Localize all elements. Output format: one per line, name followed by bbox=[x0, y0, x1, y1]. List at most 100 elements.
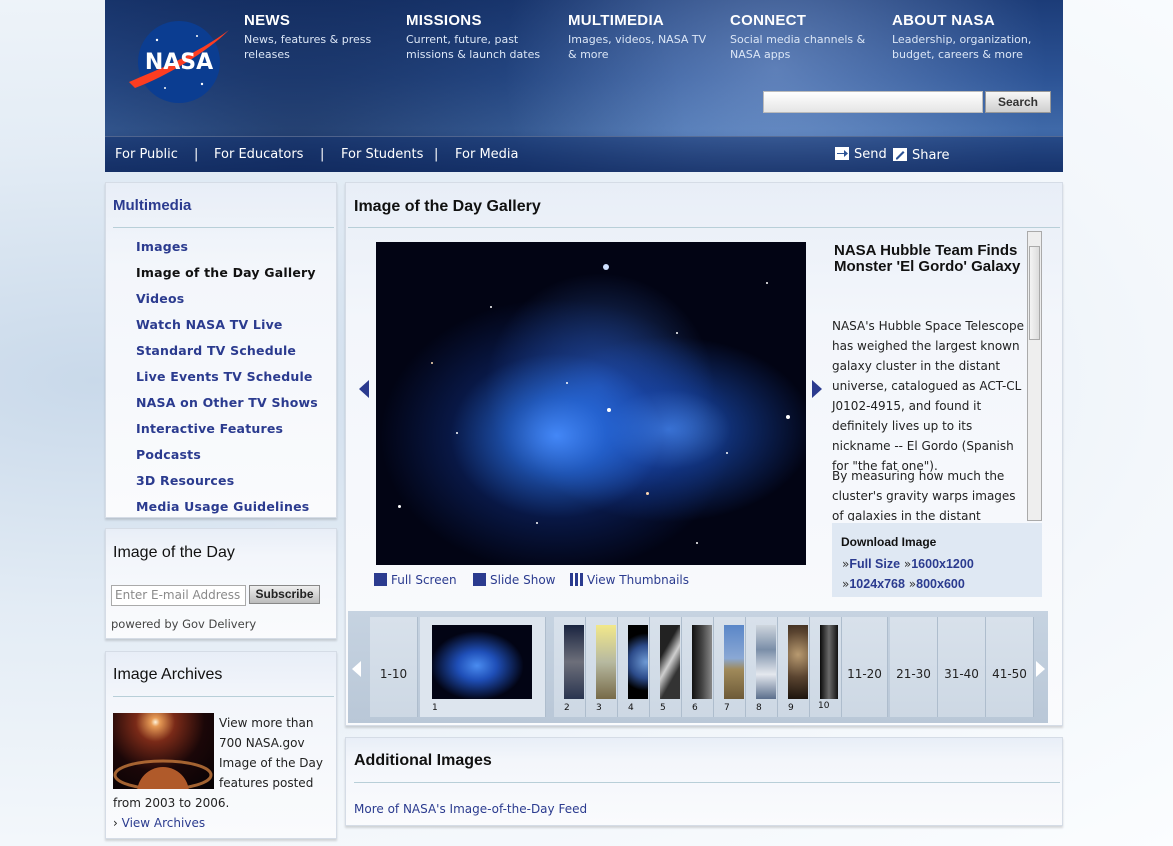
thumbnail-image bbox=[432, 625, 532, 699]
divider bbox=[348, 227, 1060, 228]
iotd-feed-link[interactable]: More of NASA's Image-of-the-Day Feed bbox=[354, 802, 587, 816]
nav-news[interactable]: NEWS News, features & press releases bbox=[244, 12, 394, 62]
archives-link-arrow: › bbox=[113, 816, 118, 830]
thumbnail-3[interactable]: 3 bbox=[586, 617, 618, 717]
search-input[interactable] bbox=[763, 91, 983, 113]
sidebar-link-nasa-tv-live[interactable]: Watch NASA TV Live bbox=[136, 317, 283, 332]
download-1600[interactable]: 1600x1200 bbox=[911, 557, 974, 571]
range-31-40[interactable]: 31-40 bbox=[938, 617, 986, 717]
sidebar-link-guidelines[interactable]: Media Usage Guidelines bbox=[136, 499, 309, 514]
nav-news-title[interactable]: NEWS bbox=[244, 12, 394, 29]
filmstrip-next-icon[interactable] bbox=[1036, 661, 1046, 677]
thumbnail-9[interactable]: 9 bbox=[778, 617, 810, 717]
nav-connect[interactable]: CONNECT Social media channels & NASA app… bbox=[730, 12, 880, 62]
audience-students[interactable]: For Students bbox=[341, 147, 423, 162]
audience-public[interactable]: For Public bbox=[115, 147, 178, 162]
send-icon bbox=[835, 147, 849, 160]
thumbnail-2[interactable]: 2 bbox=[554, 617, 586, 717]
image-archives-panel: Image Archives View more than 700 NASA.g… bbox=[105, 651, 337, 839]
sidebar-multimedia-panel: Multimedia Images Image of the Day Galle… bbox=[105, 182, 337, 518]
nav-multimedia-desc: Images, videos, NASA TV & more bbox=[568, 33, 707, 61]
nav-multimedia-title[interactable]: MULTIMEDIA bbox=[568, 12, 718, 29]
send-label: Send bbox=[854, 147, 887, 162]
thumbnail-image bbox=[756, 625, 776, 699]
thumbnail-number: 1 bbox=[432, 703, 438, 713]
audience-separator: | bbox=[320, 147, 325, 162]
thumbnail-5[interactable]: 5 bbox=[650, 617, 682, 717]
archives-thumbnail[interactable] bbox=[113, 713, 214, 819]
sidebar-link-iotd-gallery[interactable]: Image of the Day Gallery bbox=[136, 265, 316, 280]
thumbnail-image bbox=[660, 625, 680, 699]
sidebar-link-live-events[interactable]: Live Events TV Schedule bbox=[136, 369, 313, 384]
share-icon bbox=[893, 148, 907, 161]
thumbnail-filmstrip: 1-10 1 2 3 4 5 6 7 8 9 10 11-20 21-30 31… bbox=[348, 611, 1048, 723]
thumbnail-number: 7 bbox=[724, 703, 730, 713]
nav-missions[interactable]: MISSIONS Current, future, past missions … bbox=[406, 12, 556, 62]
view-thumbnails-button[interactable]: View Thumbnails bbox=[570, 573, 689, 587]
caption-scrollbar[interactable] bbox=[1027, 231, 1042, 521]
view-archives-link[interactable]: View Archives bbox=[122, 816, 205, 830]
sidebar-link-3d[interactable]: 3D Resources bbox=[136, 473, 234, 488]
thumbnail-image bbox=[820, 625, 838, 699]
share-label: Share bbox=[912, 148, 950, 163]
additional-images-title: Additional Images bbox=[354, 752, 492, 769]
audience-educators[interactable]: For Educators bbox=[214, 147, 303, 162]
thumbnail-1[interactable]: 1 bbox=[420, 617, 546, 717]
sidebar-link-tv-schedule[interactable]: Standard TV Schedule bbox=[136, 343, 296, 358]
divider bbox=[113, 696, 334, 697]
archives-text-block: View more than 700 NASA.gov Image of the… bbox=[113, 713, 333, 833]
nav-news-desc: News, features & press releases bbox=[244, 33, 372, 61]
subscribe-button[interactable]: Subscribe bbox=[249, 585, 320, 604]
search-button[interactable]: Search bbox=[985, 91, 1051, 113]
gallery-title: Image of the Day Gallery bbox=[354, 198, 541, 215]
thumbnail-image bbox=[788, 625, 808, 699]
nav-about[interactable]: ABOUT NASA Leadership, organization, bud… bbox=[892, 12, 1042, 62]
thumbnail-image bbox=[564, 625, 584, 699]
thumbnail-7[interactable]: 7 bbox=[714, 617, 746, 717]
grid-icon bbox=[570, 573, 583, 586]
thumbnail-number: 4 bbox=[628, 703, 634, 713]
download-box: Download Image »Full Size »1600x1200 »10… bbox=[832, 523, 1042, 597]
download-1024[interactable]: 1024x768 bbox=[849, 577, 905, 591]
full-screen-label: Full Screen bbox=[391, 573, 457, 587]
next-image-arrow[interactable] bbox=[812, 380, 822, 398]
nasa-logo[interactable]: NASA bbox=[127, 18, 231, 106]
range-41-50[interactable]: 41-50 bbox=[986, 617, 1034, 717]
filmstrip-prev-icon[interactable] bbox=[352, 661, 362, 677]
download-row-2: »1024x768 »800x600 bbox=[842, 577, 965, 591]
range-21-30[interactable]: 21-30 bbox=[890, 617, 938, 717]
thumbnail-number: 8 bbox=[756, 703, 762, 713]
thumbnail-10[interactable]: 10 bbox=[810, 617, 842, 717]
nav-connect-title[interactable]: CONNECT bbox=[730, 12, 880, 29]
download-full-size[interactable]: Full Size bbox=[849, 557, 900, 571]
thumbnail-image bbox=[628, 625, 648, 699]
sidebar-link-videos[interactable]: Videos bbox=[136, 291, 184, 306]
prev-image-arrow[interactable] bbox=[359, 380, 369, 398]
sidebar-link-interactive[interactable]: Interactive Features bbox=[136, 421, 283, 436]
email-field[interactable]: Enter E-mail Address bbox=[111, 585, 246, 606]
share-link[interactable]: Share bbox=[893, 148, 950, 163]
featured-image[interactable] bbox=[376, 242, 806, 565]
scrollbar-thumb[interactable] bbox=[1029, 246, 1040, 340]
range-label: 11-20 bbox=[847, 667, 882, 681]
nav-missions-desc: Current, future, past missions & launch … bbox=[406, 33, 541, 61]
range-11-20[interactable]: 11-20 bbox=[842, 617, 888, 717]
thumbnail-6[interactable]: 6 bbox=[682, 617, 714, 717]
audience-media[interactable]: For Media bbox=[455, 147, 519, 162]
range-current[interactable]: 1-10 bbox=[370, 617, 418, 717]
sidebar-link-images[interactable]: Images bbox=[136, 239, 188, 254]
thumbnail-number: 5 bbox=[660, 703, 666, 713]
view-thumbnails-label: View Thumbnails bbox=[587, 573, 690, 587]
thumbnail-8[interactable]: 8 bbox=[746, 617, 778, 717]
gallery-panel: Image of the Day Gallery NASA Hubble Tea… bbox=[345, 182, 1063, 726]
full-screen-button[interactable]: Full Screen bbox=[374, 573, 457, 587]
sidebar-link-podcasts[interactable]: Podcasts bbox=[136, 447, 201, 462]
send-link[interactable]: Send bbox=[835, 147, 887, 162]
download-800[interactable]: 800x600 bbox=[916, 577, 965, 591]
nav-multimedia[interactable]: MULTIMEDIA Images, videos, NASA TV & mor… bbox=[568, 12, 718, 62]
nav-about-title[interactable]: ABOUT NASA bbox=[892, 12, 1042, 29]
slide-show-button[interactable]: Slide Show bbox=[473, 573, 555, 587]
sidebar-link-other-tv[interactable]: NASA on Other TV Shows bbox=[136, 395, 318, 410]
nav-missions-title[interactable]: MISSIONS bbox=[406, 12, 556, 29]
thumbnail-4[interactable]: 4 bbox=[618, 617, 650, 717]
